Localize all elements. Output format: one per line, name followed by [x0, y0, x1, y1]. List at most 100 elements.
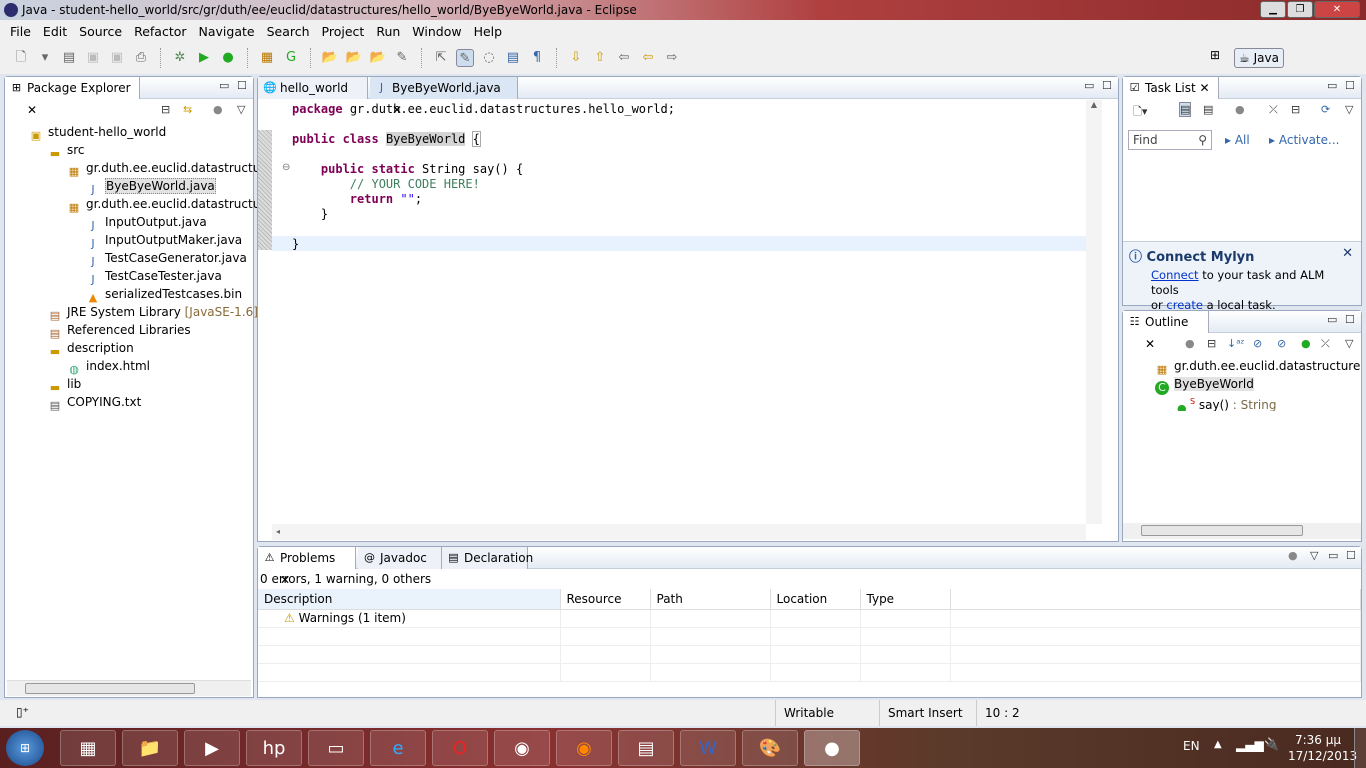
fold-icon[interactable]: ⊖ [282, 162, 290, 173]
mark-occurrences-icon[interactable]: ✎ [456, 49, 474, 67]
minimize-icon[interactable]: ▭ [1084, 79, 1094, 92]
show-hidden-icons[interactable]: ▲ [1214, 739, 1222, 750]
all-link[interactable]: ▸ All [1225, 133, 1250, 147]
tree-item[interactable]: ▲ serializedTestcases.bin [5, 285, 253, 304]
open-type-icon[interactable]: 📂 [321, 49, 339, 67]
column-type[interactable]: Type [860, 589, 951, 610]
hide-static-icon[interactable]: ⊘ [1277, 337, 1286, 350]
maximize-button[interactable]: ❐ [1287, 1, 1313, 18]
toggle-breadcrumb-icon[interactable]: ⇱ [432, 49, 450, 67]
save-all-icon[interactable]: ▣ [108, 49, 126, 67]
block-selection-icon[interactable]: ◌ [480, 49, 498, 67]
media-player-icon[interactable]: ▶ [184, 730, 240, 766]
external-tools-icon[interactable]: ● [219, 49, 237, 67]
brush-icon[interactable]: ✎ [393, 49, 411, 67]
tab-package-explorer[interactable]: ⊞ Package Explorer ✕ [5, 77, 140, 117]
tree-item[interactable]: J TestCaseTester.java [5, 267, 253, 286]
view-menu-icon[interactable]: ▽ [1345, 337, 1353, 350]
hide-local-types-icon[interactable]: ⤫ [1321, 337, 1330, 351]
java-perspective-button[interactable]: ☕ Java [1234, 48, 1284, 68]
column-location[interactable]: Location [770, 589, 861, 610]
calculator-icon[interactable]: ▦ [60, 730, 116, 766]
outline-item-package[interactable]: ▦gr.duth.ee.euclid.datastructures.hello_… [1155, 357, 1361, 376]
new-class-icon[interactable]: G [282, 49, 300, 67]
tab-javadoc[interactable]: @ Javadoc [358, 547, 442, 569]
menu-search[interactable]: Search [261, 24, 316, 39]
paint-icon[interactable]: 🎨 [742, 730, 798, 766]
open-task-icon[interactable]: 📂 [345, 49, 363, 67]
tree-item[interactable]: J TestCaseGenerator.java [5, 249, 253, 268]
menu-navigate[interactable]: Navigate [193, 24, 261, 39]
open-perspective-icon[interactable]: ⊞ [1210, 48, 1230, 68]
maximize-icon[interactable]: ☐ [1102, 79, 1112, 92]
tree-item[interactable]: ▬ lib [5, 375, 253, 394]
sync-icon[interactable]: ⟳ [1321, 103, 1330, 116]
tree-item[interactable]: ▦ gr.duth.ee.euclid.datastructures.hello_… [5, 159, 351, 178]
clock[interactable]: 7:36 μμ 17/12/2013 [1288, 732, 1357, 764]
tree-item[interactable]: ◍ index.html [5, 357, 253, 376]
tab-byebyeworld[interactable]: J ByeByeWorld.java ✕ [370, 77, 518, 117]
tree-item[interactable]: ▬ description [5, 339, 253, 358]
editor-horizontal-scrollbar[interactable]: ◂ [272, 524, 1086, 540]
tree-item[interactable]: ▣ student-hello_world [5, 123, 253, 142]
scheduled-icon[interactable]: ▤ [1203, 103, 1213, 116]
power-icon[interactable]: 🔌 [1264, 737, 1279, 751]
new-task-icon[interactable]: 🗋▾ [1133, 103, 1147, 122]
focus-icon[interactable]: ● [1235, 103, 1245, 116]
dropdown-icon[interactable]: ▾ [36, 49, 54, 67]
horizontal-scrollbar[interactable] [7, 680, 251, 696]
close-icon[interactable]: ✕ [1200, 81, 1210, 95]
tree-item[interactable]: ▬ src [5, 141, 253, 160]
menu-refactor[interactable]: Refactor [128, 24, 192, 39]
menu-window[interactable]: Window [406, 24, 467, 39]
table-row[interactable]: ⚠ Warnings (1 item) [258, 609, 1361, 628]
view-menu-icon[interactable]: ▽ [237, 103, 245, 116]
close-icon[interactable]: ✕ [280, 573, 290, 587]
hide-nonpublic-icon[interactable]: ● [1301, 337, 1311, 350]
menu-source[interactable]: Source [73, 24, 128, 39]
categorized-icon[interactable]: ▤ [1179, 102, 1192, 117]
sort-icon[interactable]: ↓ᵃᶻ [1227, 337, 1245, 350]
explorer-icon[interactable]: 📁 [122, 730, 178, 766]
save-icon[interactable]: ▣ [84, 49, 102, 67]
maximize-icon[interactable]: ☐ [1346, 549, 1356, 562]
find-input[interactable]: Find ⚲ [1128, 130, 1212, 150]
minimize-icon[interactable]: ▭ [1327, 79, 1337, 92]
close-button[interactable]: ✕ [1314, 1, 1360, 18]
tab-outline[interactable]: ☷ Outline ✕ [1123, 311, 1209, 351]
maximize-icon[interactable]: ☐ [237, 79, 247, 92]
outline-horizontal-scrollbar[interactable] [1123, 523, 1361, 539]
show-whitespace-icon[interactable]: ▤ [504, 49, 522, 67]
new-type-icon[interactable]: ▤ [60, 49, 78, 67]
forward-icon[interactable]: ⇨ [663, 49, 681, 67]
tab-hello-world[interactable]: 🌐 hello_world [258, 77, 368, 99]
tree-item[interactable]: ▤ JRE System Library [JavaSE-1.6] [5, 303, 258, 322]
connect-link[interactable]: Connect [1151, 268, 1199, 282]
search-icon[interactable]: 📂 [369, 49, 387, 67]
outline-item-class[interactable]: C ByeByeWorld [1155, 375, 1361, 395]
collapse-all-icon[interactable]: ⊟ [161, 103, 170, 116]
hide-completed-icon[interactable]: ⤫ [1269, 103, 1278, 117]
link-with-editor-icon[interactable]: ⇆ [183, 103, 192, 116]
minimize-button[interactable]: ▁ [1260, 1, 1286, 18]
opera-icon[interactable]: O [432, 730, 488, 766]
next-annotation-icon[interactable]: ⇩ [567, 49, 585, 67]
new-package-icon[interactable]: ▦ [258, 49, 276, 67]
menu-help[interactable]: Help [468, 24, 509, 39]
menu-edit[interactable]: Edit [37, 24, 73, 39]
vertical-scrollbar[interactable]: ▲ [1086, 100, 1102, 524]
minimize-icon[interactable]: ▭ [219, 79, 229, 92]
view-menu-icon[interactable]: ▽ [1310, 549, 1318, 562]
tree-item[interactable]: ▦ gr.duth.ee.euclid.datastructures.hello_… [5, 195, 380, 214]
reader-icon[interactable]: ▤ [618, 730, 674, 766]
print-icon[interactable]: ⎙ [132, 49, 150, 67]
maximize-icon[interactable]: ☐ [1345, 79, 1355, 92]
prev-annotation-icon[interactable]: ⇧ [591, 49, 609, 67]
hp-icon[interactable]: hp [246, 730, 302, 766]
firefox-icon[interactable]: ◉ [556, 730, 612, 766]
collapse-all-icon[interactable]: ⊟ [1291, 103, 1300, 116]
view-menu-icon[interactable]: ▽ [1345, 103, 1353, 116]
menu-file[interactable]: File [4, 24, 37, 39]
app-icon[interactable]: ▭ [308, 730, 364, 766]
tree-item[interactable]: ▤ COPYING.txt [5, 393, 253, 412]
